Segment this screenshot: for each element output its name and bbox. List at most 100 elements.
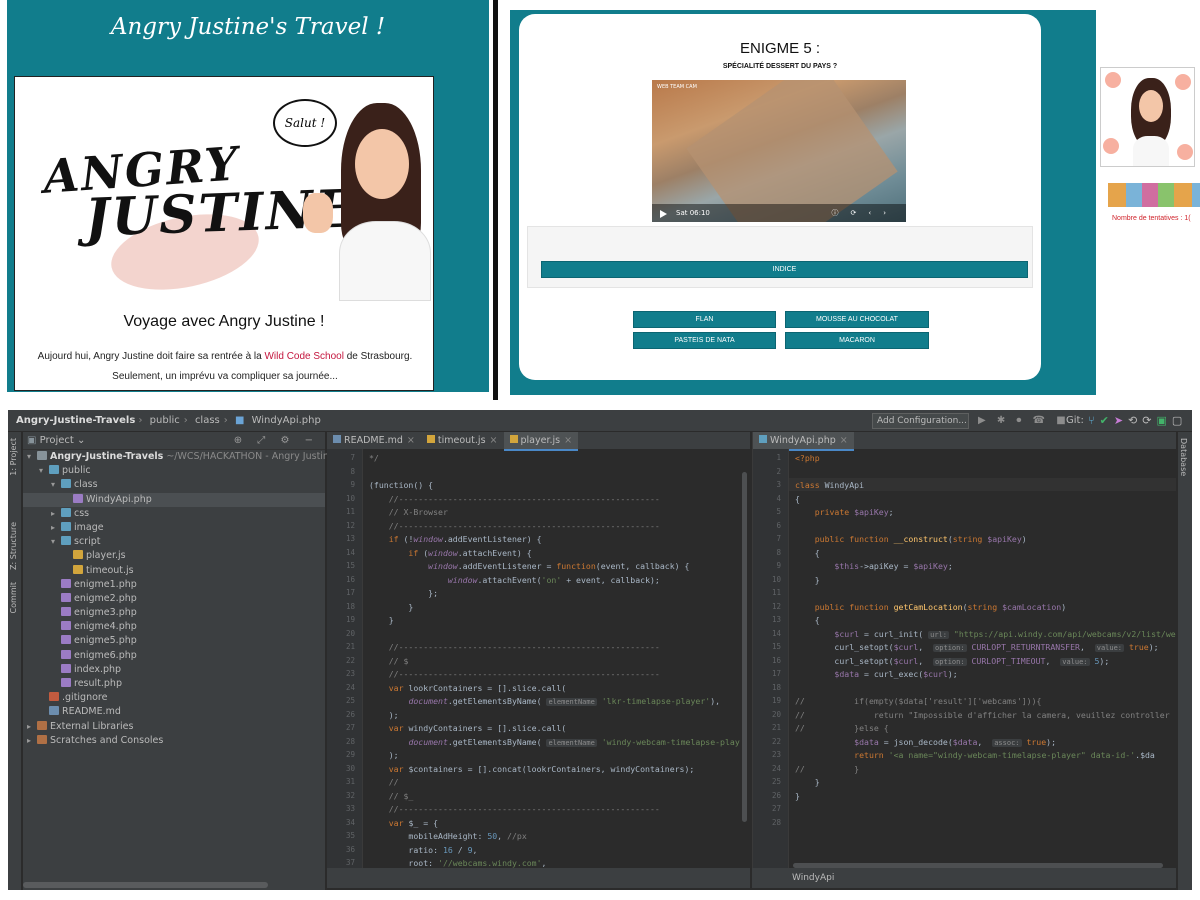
line-number: 9 <box>350 480 355 489</box>
code-line: //--------------------------------------… <box>369 493 660 504</box>
tree-item[interactable]: ▸ css <box>23 507 325 521</box>
tree-item[interactable]: ▸ image <box>23 521 325 535</box>
tree-item[interactable]: timeout.js <box>23 564 325 578</box>
tree-item[interactable]: index.php <box>23 663 325 677</box>
tree-item[interactable]: enigme4.php <box>23 620 325 634</box>
line-number: 20 <box>345 628 355 638</box>
play-icon[interactable] <box>660 210 667 218</box>
tree-item-label: Angry-Justine-Travels <box>50 451 164 462</box>
tree-item[interactable]: .gitignore <box>23 691 325 705</box>
line-number: 8 <box>776 547 781 557</box>
tree-item[interactable]: ▸ Scratches and Consoles <box>23 734 325 748</box>
tree-item[interactable]: enigme1.php <box>23 578 325 592</box>
tree-item-label: public <box>62 465 91 477</box>
tree-item[interactable]: WindyApi.php <box>23 492 325 507</box>
add-configuration-button[interactable]: Add Configuration... <box>872 413 969 429</box>
video-control-icons[interactable]: ⓘ⟳‹› <box>832 204 898 222</box>
site-title: Angry Justine's Travel ! <box>110 14 386 40</box>
code-line: { <box>795 493 800 504</box>
expand-arrow-icon[interactable]: ▸ <box>51 507 61 521</box>
run-toolbar-icons[interactable]: ▶ ✱ ⏺ ☎ ■ <box>978 410 1070 432</box>
tree-item[interactable]: ▸ External Libraries <box>23 720 325 734</box>
structure-tool-tab[interactable]: Z: Structure <box>9 522 18 570</box>
js-file-icon <box>426 435 435 443</box>
code-line: public function __construct(string $apiK… <box>795 534 1027 544</box>
line-number: 17 <box>771 669 781 678</box>
breadcrumb-class[interactable]: class <box>195 415 220 426</box>
code-line: //--------------------------------------… <box>369 669 660 679</box>
webcam-video[interactable]: WEB TEAM CAM Sat 06:10 ⓘ⟳‹› <box>652 80 906 222</box>
git-toolbar-icons[interactable]: ⑂✔➤⟲⟳▣▢ <box>1088 410 1187 432</box>
tree-item[interactable]: ▾ script <box>23 535 325 549</box>
expand-arrow-icon[interactable]: ▾ <box>51 478 61 492</box>
project-panel: ▣ Project ⌄ ⊕ ⤢ ⚙ − ▾ Angry-Justine-Trave… <box>23 432 351 890</box>
close-icon[interactable]: × <box>490 435 498 446</box>
editor-tab[interactable]: timeout.js × <box>421 432 504 449</box>
editor-left-scrollbar[interactable] <box>742 472 747 822</box>
wild-code-school-link[interactable]: Wild Code School <box>264 351 343 362</box>
code-line: // }else { <box>795 723 889 733</box>
code-line: // X-Browser <box>369 507 448 517</box>
tree-item-label: result.php <box>74 678 122 689</box>
editor-right-gutter: 1 2 3 4 5 6 7 8 9 10 11 12 13 14 15 16 17 18 19 20 21 22 23 24 2… <box>753 449 789 872</box>
commit-tool-tab[interactable]: Commit <box>9 582 18 613</box>
intro-card: ANGRY JUSTINE Salut ! Voyage avec Angry … <box>14 76 434 391</box>
code-line: { <box>795 615 820 625</box>
project-panel-icons[interactable]: ⊕ ⤢ ⚙ − <box>234 432 319 450</box>
expand-arrow-icon[interactable]: ▸ <box>27 734 37 748</box>
code-line: $data = curl_exec($curl); <box>795 669 958 679</box>
line-number: 28 <box>345 736 355 746</box>
editor-left-tabs: README.md × timeout.js × player.js × <box>327 432 750 451</box>
code-line: // return "Impossible d'afficher la came… <box>795 709 1170 720</box>
editor-tab[interactable]: README.md × <box>327 432 421 449</box>
tree-item[interactable]: player.js <box>23 549 325 563</box>
left-tool-strip: 1: Project Z: Structure Commit <box>8 432 22 890</box>
hint-button[interactable]: INDICE <box>541 261 1028 278</box>
breadcrumb-project[interactable]: Angry-Justine-Travels <box>16 415 135 426</box>
project-tool-tab[interactable]: 1: Project <box>9 438 18 476</box>
editor-right-code[interactable]: <?php class WindyApi { private $apiKey; pu… <box>789 449 1176 872</box>
close-icon[interactable]: × <box>407 435 415 446</box>
code-line: class WindyApi <box>795 480 865 490</box>
line-number: 21 <box>345 642 355 651</box>
tree-item[interactable]: ▾ Angry-Justine-Travels ~/WCS/HACKATHON -… <box>23 450 351 464</box>
breadcrumb-file[interactable]: WindyApi.php <box>252 415 321 426</box>
tree-item[interactable]: enigme3.php <box>23 606 325 620</box>
expand-arrow-icon[interactable]: ▸ <box>51 521 61 535</box>
project-view-dropdown[interactable]: ▣ Project ⌄ <box>27 435 85 446</box>
expand-arrow-icon[interactable]: ▾ <box>27 450 37 464</box>
breadcrumb-public[interactable]: public <box>150 415 180 426</box>
close-icon[interactable]: × <box>840 435 848 446</box>
answer-flan-button[interactable]: FLAN <box>633 311 776 328</box>
code-line: <?php <box>795 453 820 463</box>
status-class-name[interactable]: WindyApi <box>792 873 834 883</box>
tree-item[interactable]: enigme5.php <box>23 634 325 648</box>
tree-item[interactable]: enigme2.php <box>23 592 325 606</box>
tree-item[interactable]: ▾ class <box>23 478 325 492</box>
tree-item[interactable]: README.md <box>23 705 325 719</box>
database-tool-tab[interactable]: Database <box>1179 438 1188 476</box>
tree-item[interactable]: ▾ public <box>23 464 325 478</box>
attempts-counter: Nombre de tentatives : 1( <box>1112 215 1191 222</box>
expand-arrow-icon[interactable]: ▾ <box>51 535 61 549</box>
editor-left-code[interactable]: */ (function() { //----------------------… <box>363 449 750 872</box>
line-number: 2 <box>776 466 781 476</box>
tree-item[interactable]: enigme6.php <box>23 649 325 663</box>
line-number: 19 <box>771 696 781 705</box>
project-horizontal-scrollbar[interactable] <box>23 882 268 888</box>
close-icon[interactable]: × <box>564 435 572 446</box>
editor-tab-label: timeout.js <box>437 435 486 446</box>
php-file-icon <box>759 435 767 443</box>
editor-tab-label: README.md <box>344 435 403 446</box>
vertical-divider <box>493 0 498 400</box>
line-number: 20 <box>771 709 781 719</box>
answer-pasteis-button[interactable]: PASTEIS DE NATA <box>633 332 776 349</box>
code-line: //--------------------------------------… <box>369 520 660 531</box>
project-tree: ▾ Angry-Justine-Travels ~/WCS/HACKATHON -… <box>23 450 351 748</box>
expand-arrow-icon[interactable]: ▾ <box>39 464 49 478</box>
answer-macaron-button[interactable]: MACARON <box>785 332 929 349</box>
expand-arrow-icon[interactable]: ▸ <box>27 720 37 734</box>
lib-file-icon <box>37 720 47 730</box>
tree-item[interactable]: result.php <box>23 677 325 691</box>
answer-mousse-button[interactable]: MOUSSE AU CHOCOLAT <box>785 311 929 328</box>
